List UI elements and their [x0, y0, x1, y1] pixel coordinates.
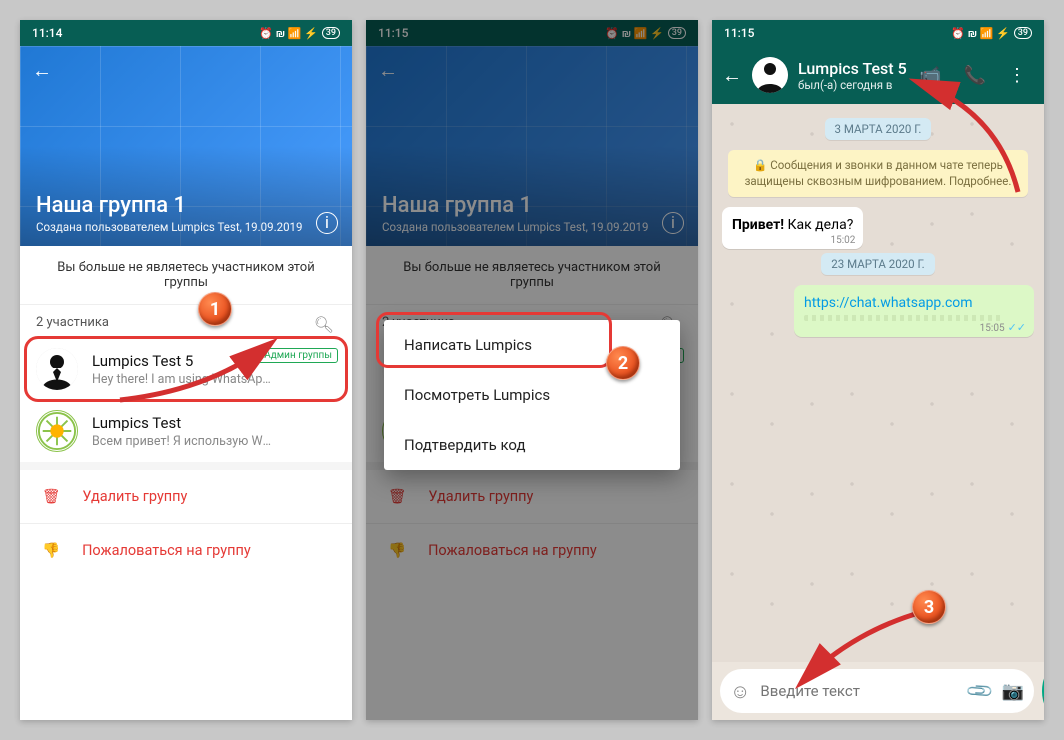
- chat-subtitle: был(-а) сегодня в: [798, 78, 907, 92]
- delete-group-label: Удалить группу: [82, 488, 187, 505]
- annotation-badge-1: 1: [198, 292, 232, 326]
- message-time: 15:05✓✓: [980, 321, 1026, 334]
- date-chip: 23 МАРТА 2020 Г.: [821, 253, 934, 275]
- attach-icon[interactable]: 📎: [965, 676, 996, 707]
- report-group-label: Пожаловаться на группу: [82, 542, 251, 559]
- callout-2: [376, 312, 612, 368]
- search-icon[interactable]: 🔍︎: [314, 315, 334, 334]
- status-time: 11:14: [32, 26, 62, 40]
- menu-verify[interactable]: Подтвердить код: [384, 420, 680, 470]
- camera-icon[interactable]: 📷: [1002, 681, 1024, 702]
- chat-title-block[interactable]: Lumpics Test 5 был(-а) сегодня в: [798, 59, 907, 92]
- participant-name: Lumpics Test: [92, 414, 272, 432]
- phone-3-chat: 11:15 ⏰ ₪ 📶 ⚡ 39 ← Lumpics Test 5 был(-а…: [712, 20, 1044, 720]
- emoji-icon[interactable]: ☺: [730, 679, 750, 704]
- message-link[interactable]: https://chat.whatsapp.com: [804, 295, 973, 311]
- participant-status: Всем привет! Я использую WhatsApp.: [92, 434, 272, 449]
- group-created-by: Создана пользователем Lumpics Test, 19.0…: [36, 220, 336, 234]
- group-header: ← i Наша группа 1 Создана пользователем …: [20, 46, 352, 246]
- participants-count: 2 участника: [36, 315, 109, 334]
- annotation-arrow-header: [898, 72, 1038, 202]
- phone-1-group-info: 11:14 ⏰ ₪ 📶 ⚡ 39 ← i Наша группа 1 Созда…: [20, 20, 352, 720]
- annotation-arrow-1: [110, 330, 290, 410]
- avatar: [36, 348, 78, 390]
- status-bar: 11:14 ⏰ ₪ 📶 ⚡ 39: [20, 20, 352, 46]
- group-title: Наша группа 1: [36, 193, 336, 218]
- message-in[interactable]: Привет! Как дела? 15:02: [722, 207, 863, 249]
- back-arrow-icon[interactable]: ←: [32, 58, 52, 83]
- status-bar: 11:15 ⏰ ₪ 📶 ⚡ 39: [712, 20, 1044, 46]
- menu-view[interactable]: Посмотреть Lumpics: [384, 370, 680, 420]
- not-member-notice: Вы больше не являетесь участником этой г…: [20, 246, 352, 305]
- thumbs-down-icon: 👎: [42, 542, 60, 559]
- annotation-badge-2: 2: [606, 346, 640, 380]
- three-phone-layout: 11:14 ⏰ ₪ 📶 ⚡ 39 ← i Наша группа 1 Созда…: [10, 10, 1054, 730]
- back-arrow-icon[interactable]: ←: [722, 63, 742, 88]
- mic-button[interactable]: 🎤: [1042, 669, 1044, 713]
- status-icons: ⏰ ₪ 📶 ⚡ 39: [259, 27, 340, 40]
- trash-icon: 🗑: [42, 488, 60, 505]
- status-icons: ⏰ ₪ 📶 ⚡ 39: [951, 27, 1032, 40]
- phone-2-context-menu: 11:15 ⏰ ₪ 📶 ⚡ 39 ← i Наша группа 1 Созда…: [366, 20, 698, 720]
- redacted-text: [804, 315, 1004, 321]
- status-time: 11:15: [724, 26, 754, 40]
- annotation-badge-3: 3: [912, 590, 946, 624]
- avatar: [36, 410, 78, 452]
- info-icon[interactable]: i: [316, 212, 338, 234]
- chat-title: Lumpics Test 5: [798, 59, 907, 78]
- delete-group-button[interactable]: 🗑 Удалить группу: [20, 462, 352, 523]
- report-group-button[interactable]: 👎 Пожаловаться на группу: [20, 523, 352, 577]
- chat-avatar[interactable]: [752, 57, 788, 93]
- read-ticks: ✓✓: [1008, 321, 1026, 334]
- message-time: 15:02: [830, 235, 855, 246]
- message-out[interactable]: https://chat.whatsapp.com 15:05✓✓: [794, 285, 1034, 337]
- participant-text: Lumpics Test Всем привет! Я использую Wh…: [92, 414, 272, 449]
